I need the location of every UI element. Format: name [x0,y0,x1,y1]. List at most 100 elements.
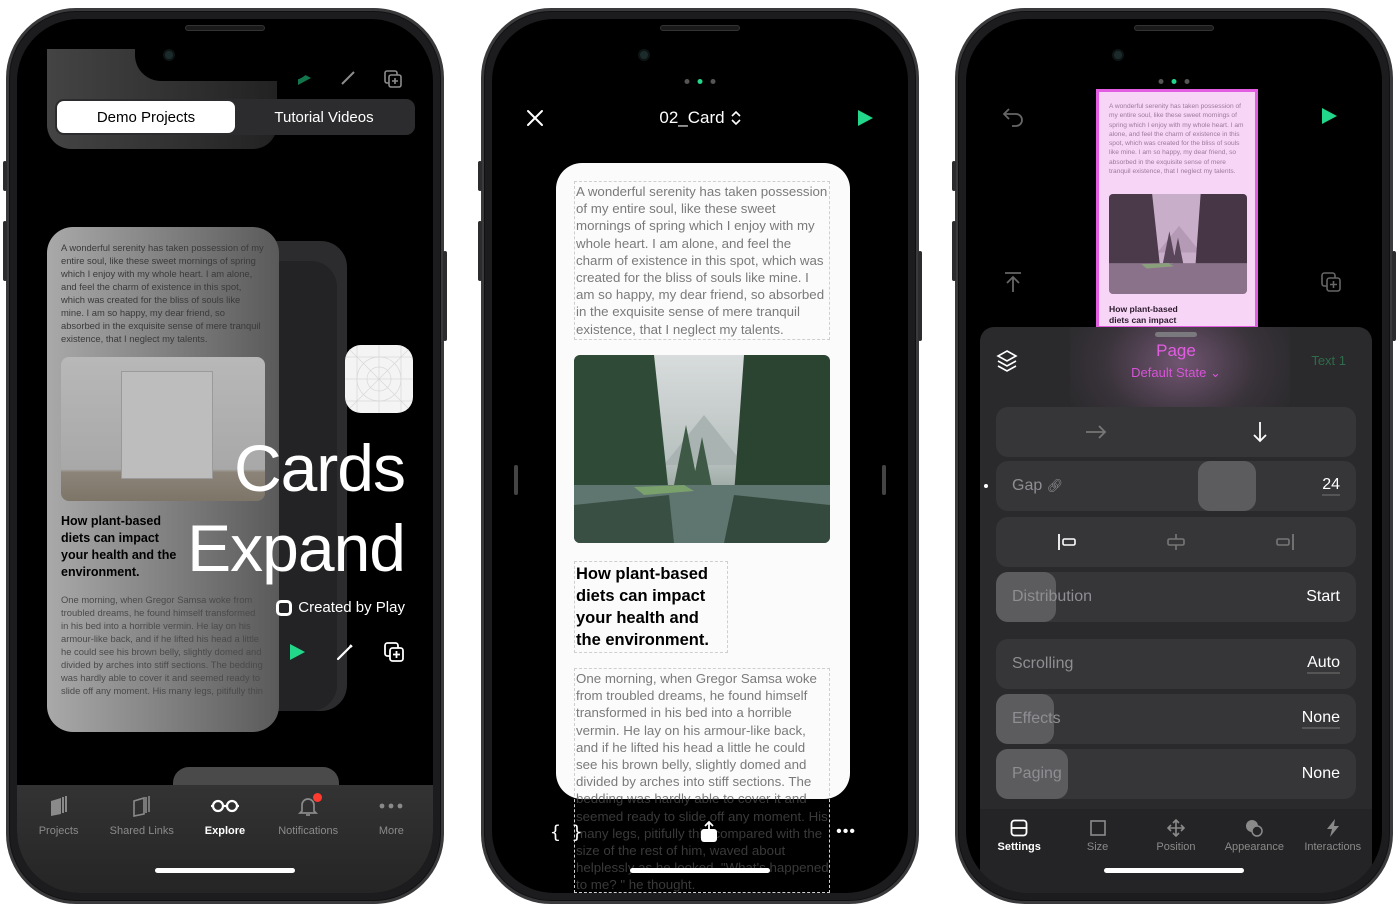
tab-explore[interactable]: Explore [185,793,265,893]
duplicate-icon[interactable] [383,641,405,663]
front-camera [638,49,650,61]
duplicate-icon[interactable] [1320,271,1342,293]
align-end-icon[interactable] [1275,533,1295,551]
align-start-icon[interactable] [1057,533,1077,551]
tab-label: Settings [997,841,1041,853]
tab-label: Appearance [1224,841,1285,853]
tab-label: More [378,825,404,837]
canvas-preview-selected[interactable]: A wonderful serenity has taken possessio… [1096,89,1258,329]
panel-grabber[interactable] [1155,332,1197,337]
row-label: Effects [1012,710,1061,727]
tab-projects[interactable]: Projects [19,793,99,893]
power-button [1392,251,1396,341]
home-indicator [1104,868,1244,873]
screen-title: 02_Card [659,108,725,127]
preview-forest-image [1109,194,1247,294]
tab-label: Notifications [278,825,339,837]
preview-headline: How plant-based diets can impact [1109,304,1178,325]
scrolling-row[interactable]: Scrolling Auto [996,639,1356,689]
home-indicator [630,868,770,873]
row-label: Paging [1012,765,1062,782]
duplicate-icon [384,70,402,88]
volume-up-button [478,221,482,281]
preview-text: A wonderful serenity has taken possessio… [1109,103,1244,176]
play-icon[interactable] [287,642,307,662]
gap-value[interactable]: 24 [1322,476,1340,496]
state-label: Default State [1131,365,1207,380]
close-icon[interactable] [526,109,544,127]
shared-stack-icon [130,793,154,819]
direction-control [996,407,1356,457]
page-dot-active [697,79,703,84]
creator-text: Created by Play [298,599,405,616]
undo-icon[interactable] [1002,107,1024,127]
tab-interactions[interactable]: Interactions [1295,819,1371,893]
size-icon [1089,820,1106,836]
gap-control[interactable]: Gap 🔗︎ 24 [996,461,1356,511]
settings-icon [1010,819,1028,837]
front-camera [163,49,175,61]
bring-to-top-icon[interactable] [1004,271,1022,293]
page-dots[interactable] [1158,79,1190,84]
text-layer-2[interactable]: One morning, when Gregor Samsa woke from… [574,668,830,799]
paging-row[interactable]: Paging None [996,749,1356,799]
tab-label: Size [1086,841,1109,853]
row-value[interactable]: Auto [1307,654,1340,674]
phone-explore: Demo Projects Tutorial Videos A wonderfu… [3,8,447,904]
screen-switcher[interactable]: 02_Card [659,108,741,128]
next-layer-link[interactable]: Text 1 [1311,353,1346,368]
segmented-control: Demo Projects Tutorial Videos [55,99,415,135]
page-dot [684,79,690,84]
row-label: Distribution [1012,588,1093,605]
segment-demo-projects[interactable]: Demo Projects [57,101,235,133]
tab-label: Explore [204,825,246,837]
inspector-panel: Page Default State ⌄ Text 1 Gap 🔗︎ 24 Di [980,327,1372,893]
alignment-control [996,517,1356,567]
arrow-right-icon[interactable] [1085,424,1107,440]
speaker [185,25,265,31]
editor-toolbar: 02_Card [492,103,908,133]
more-button[interactable]: ••• [836,823,856,841]
page-dots[interactable] [684,79,716,84]
arrow-down-icon[interactable] [1252,421,1268,443]
row-value[interactable]: None [1301,709,1340,729]
headline-layer[interactable]: How plant-based diets can impact your he… [574,561,728,653]
tab-position[interactable]: Position [1138,819,1214,893]
creator-label: Created by Play [276,599,405,616]
play-icon[interactable] [856,109,874,127]
effects-row[interactable]: Effects None [996,694,1356,744]
left-resize-handle[interactable] [514,465,518,495]
pencil-icon[interactable] [335,642,355,662]
stack-icon [47,793,71,819]
tab-shared-links[interactable]: Shared Links [102,793,182,893]
more-icon [379,793,403,819]
project-title-line1: Cards [233,431,406,505]
notification-badge [313,793,323,802]
segment-tutorial-videos[interactable]: Tutorial Videos [235,101,413,133]
tab-more[interactable]: More [351,793,431,893]
tab-notifications[interactable]: Notifications [268,793,348,893]
code-button[interactable]: { } [550,822,583,843]
project-app-icon [345,345,413,413]
card-body-text: One morning, when Gregor Samsa woke from… [61,594,263,696]
row-value[interactable]: None [1302,765,1340,783]
play-icon[interactable] [1320,107,1338,125]
align-center-icon[interactable] [1166,533,1186,551]
tab-bar: Projects Shared Links Explore Notificati… [17,785,433,893]
distribution-row[interactable]: Distribution Start [996,572,1356,622]
forest-lake-image[interactable] [574,355,830,543]
text-layer-1[interactable]: A wonderful serenity has taken possessio… [574,181,830,340]
tab-appearance[interactable]: Appearance [1216,819,1292,893]
lightning-icon [1326,819,1339,837]
row-value[interactable]: Start [1306,588,1340,606]
right-resize-handle[interactable] [882,465,886,495]
share-icon[interactable] [700,821,718,843]
tab-size[interactable]: Size [1060,819,1136,893]
tab-settings[interactable]: Settings [981,819,1057,893]
inspector-tab-bar: Settings Size Position Appearance Intera… [980,809,1372,893]
gap-label: Gap 🔗︎ [1012,477,1064,494]
page-dot [710,79,716,84]
card-headline: How plant-based diets can impact your he… [61,514,177,579]
inspector-screen: A wonderful serenity has taken possessio… [966,19,1382,893]
card-canvas[interactable]: A wonderful serenity has taken possessio… [556,163,850,799]
